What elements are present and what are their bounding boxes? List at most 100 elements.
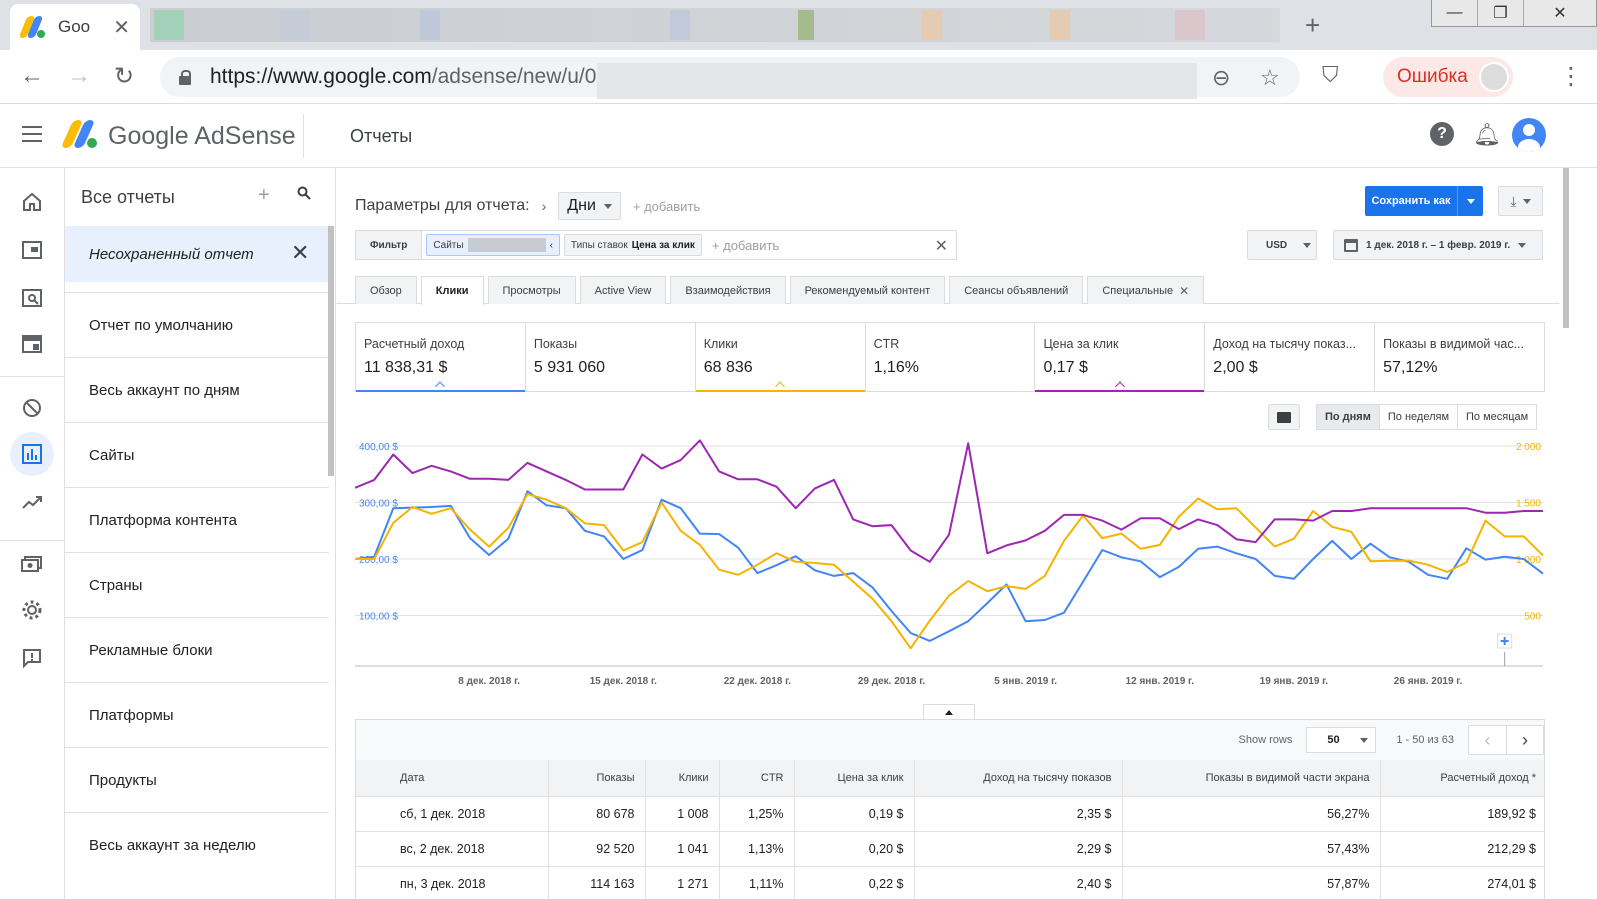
tab-overview[interactable]: Обзор: [355, 276, 417, 304]
previous-page-icon[interactable]: ‹: [1468, 725, 1506, 755]
tab-active-view[interactable]: Active View: [579, 276, 667, 304]
content-icon[interactable]: [10, 322, 54, 366]
url-host: https://www.google.com: [210, 65, 432, 88]
filter-label[interactable]: Фильтр: [356, 231, 423, 259]
report-list-item[interactable]: Весь аккаунт по дням: [65, 357, 329, 422]
zoom-icon[interactable]: ⊖: [1212, 65, 1230, 91]
date-range-picker[interactable]: 1 дек. 2018 г. – 1 февр. 2019 г.: [1333, 230, 1543, 260]
close-icon[interactable]: ✕: [291, 240, 309, 266]
forward-arrow-icon[interactable]: →: [67, 62, 91, 90]
report-table-container: Show rows 50 1 - 50 из 63 ‹ › Дата Показ…: [355, 719, 1545, 899]
tab-clicks[interactable]: Клики: [420, 276, 484, 305]
bookmark-star-icon[interactable]: ☆: [1260, 65, 1280, 91]
rows-per-page-select[interactable]: 50: [1306, 727, 1377, 753]
reports-icon[interactable]: [10, 432, 54, 476]
feedback-icon[interactable]: [10, 636, 54, 680]
column-header[interactable]: Цена за клик: [794, 760, 915, 796]
currency-dropdown[interactable]: USD: [1247, 230, 1317, 260]
tab-custom[interactable]: Специальные ✕: [1087, 276, 1205, 304]
kpi-estimated-earnings[interactable]: Расчетный доход 11 838,31 $: [356, 323, 526, 392]
optimization-trend-icon[interactable]: [10, 480, 54, 524]
tab-ad-sessions[interactable]: Сеансы объявлений: [949, 276, 1084, 304]
browser-tab-active[interactable]: Goo ✕: [10, 4, 140, 50]
window-close-icon[interactable]: ✕: [1524, 0, 1596, 26]
kpi-impressions[interactable]: Показы 5 931 060: [526, 323, 696, 391]
report-list-item[interactable]: Рекламные блоки: [65, 617, 329, 682]
new-tab-icon[interactable]: +: [1305, 10, 1320, 41]
chevron-left-icon[interactable]: ‹: [550, 240, 553, 251]
home-icon[interactable]: [10, 180, 54, 224]
header-divider: [303, 114, 304, 158]
table-row[interactable]: сб, 1 дек. 2018 80 678 1 008 1,25% 0,19 …: [356, 795, 1544, 831]
kpi-viewability[interactable]: Показы в видимой час... 57,12%: [1375, 323, 1544, 391]
tab-views[interactable]: Просмотры: [487, 276, 576, 304]
report-list-item[interactable]: Сайты: [65, 422, 329, 487]
back-arrow-icon[interactable]: ←: [20, 62, 44, 90]
page-scrollbar[interactable]: [1559, 168, 1597, 899]
performance-chart[interactable]: 400,00 $300,00 $200,00 $100,00 $2 000 1 5…: [355, 436, 1545, 696]
close-tab-icon[interactable]: ✕: [113, 15, 130, 40]
account-avatar-icon[interactable]: [1512, 118, 1546, 152]
help-icon[interactable]: ?: [1430, 122, 1454, 146]
hamburger-menu-icon[interactable]: [22, 126, 42, 142]
address-bar[interactable]: https://www.google.com/adsense/new/u/0 ⊖…: [160, 57, 1300, 99]
shield-extension-icon[interactable]: ⛉: [1322, 62, 1339, 88]
blocking-controls-icon[interactable]: [10, 386, 54, 430]
column-header[interactable]: Расчетный доход *: [1380, 760, 1544, 796]
report-list-item[interactable]: Продукты: [65, 747, 329, 812]
column-header[interactable]: Показы: [548, 760, 646, 796]
report-list-item[interactable]: Платформы: [65, 682, 329, 747]
column-header[interactable]: Дата: [356, 760, 549, 796]
collapse-chart-toggle[interactable]: [923, 704, 975, 720]
tab-recommended-content[interactable]: Рекомендуемый контент: [789, 276, 946, 304]
browser-menu-icon[interactable]: ⋮: [1559, 62, 1583, 91]
period-weekly-button[interactable]: По неделям: [1379, 404, 1459, 430]
period-daily-button[interactable]: По дням: [1316, 404, 1380, 430]
add-filter-link[interactable]: + добавить: [712, 238, 779, 253]
bid-type-filter-chip[interactable]: Типы ставок Цена за клик: [563, 234, 702, 256]
rail-separator: [0, 540, 64, 541]
reload-icon[interactable]: ↻: [114, 62, 134, 91]
kpi-rpm[interactable]: Доход на тысячу показ... 2,00 $: [1205, 323, 1376, 391]
restore-icon[interactable]: ❐: [1478, 0, 1524, 26]
column-header[interactable]: CTR: [719, 760, 795, 796]
search-icon[interactable]: [297, 186, 311, 205]
save-as-button[interactable]: Сохранить как: [1365, 186, 1483, 216]
minimize-icon[interactable]: —: [1432, 0, 1478, 26]
close-tab-icon[interactable]: ✕: [1179, 284, 1189, 298]
save-as-label[interactable]: Сохранить как: [1365, 186, 1457, 216]
payments-icon[interactable]: [10, 542, 54, 586]
save-options-dropdown[interactable]: [1457, 186, 1483, 216]
kpi-cpc[interactable]: Цена за клик 0,17 $: [1035, 323, 1206, 392]
reports-panel-scrollbar[interactable]: [328, 226, 334, 476]
unsaved-report-item[interactable]: Несохраненный отчет ✕: [65, 226, 329, 282]
column-header[interactable]: Доход на тысячу показов: [914, 760, 1123, 796]
download-button[interactable]: ⤓: [1498, 186, 1543, 216]
sites-filter-chip[interactable]: Сайты ‹: [426, 234, 560, 256]
report-list-item[interactable]: Весь аккаунт за неделю: [65, 812, 329, 877]
next-page-icon[interactable]: ›: [1506, 725, 1544, 755]
table-row[interactable]: вс, 2 дек. 2018 92 520 1 041 1,13% 0,20 …: [356, 830, 1544, 866]
lock-icon[interactable]: [178, 70, 192, 85]
table-row[interactable]: пн, 3 дек. 2018 114 163 1 271 1,11% 0,22…: [356, 865, 1544, 899]
add-report-icon[interactable]: +: [258, 184, 270, 207]
period-monthly-button[interactable]: По месяцам: [1458, 404, 1538, 430]
kpi-ctr[interactable]: CTR 1,16%: [866, 323, 1036, 391]
ads-icon[interactable]: [10, 228, 54, 272]
report-list-item[interactable]: Отчет по умолчанию: [65, 292, 329, 357]
annotations-button[interactable]: [1268, 404, 1300, 430]
clear-filters-icon[interactable]: ✕: [935, 236, 948, 256]
column-header[interactable]: Клики: [645, 760, 720, 796]
column-header[interactable]: Показы в видимой части экрана: [1122, 760, 1381, 796]
add-dimension-link[interactable]: + добавить: [633, 199, 700, 214]
profile-error-button[interactable]: Ошибка: [1383, 57, 1513, 97]
notifications-bell-icon[interactable]: 🔔︎: [1473, 122, 1501, 147]
sites-search-icon[interactable]: [10, 276, 54, 320]
kpi-clicks[interactable]: Клики 68 836: [695, 323, 866, 392]
scrollbar-thumb[interactable]: [1563, 168, 1569, 328]
settings-gear-icon[interactable]: [10, 588, 54, 632]
dimension-dropdown[interactable]: Дни: [558, 192, 621, 220]
report-list-item[interactable]: Страны: [65, 552, 329, 617]
tab-interactions[interactable]: Взаимодействия: [670, 276, 786, 304]
report-list-item[interactable]: Платформа контента: [65, 487, 329, 552]
